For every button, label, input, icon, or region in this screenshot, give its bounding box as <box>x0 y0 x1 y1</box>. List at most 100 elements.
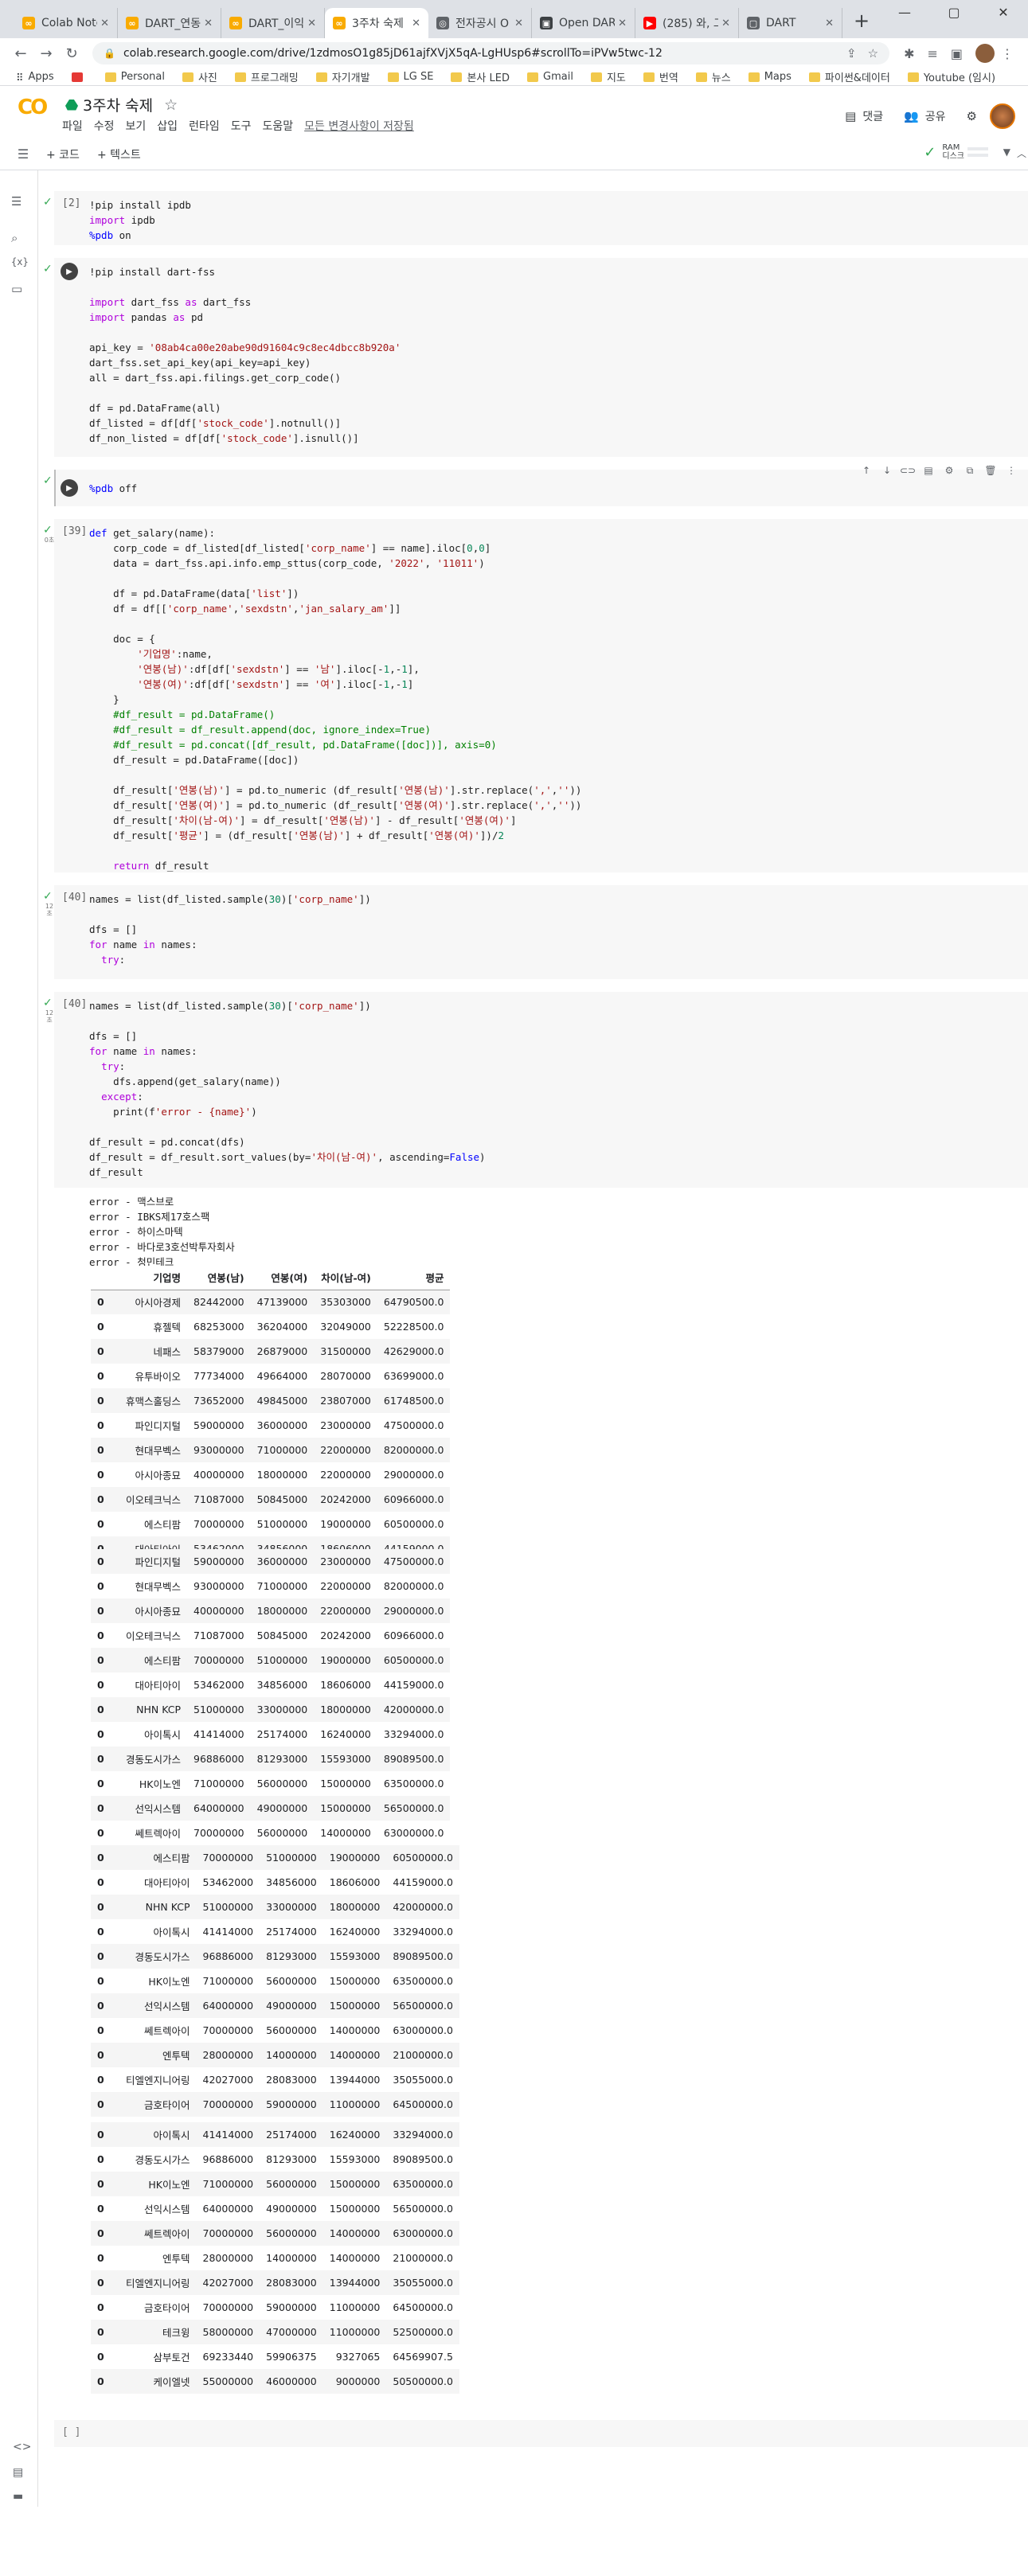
add-code-button[interactable]: + 코드 <box>46 146 80 162</box>
close-window-icon[interactable]: ✕ <box>979 0 1028 24</box>
forward-icon[interactable]: → <box>33 45 59 62</box>
code-cell-1[interactable]: ✓ [2] !pip install ipdb import ipdb %pdb on <box>38 191 1028 245</box>
collapse-header-icon[interactable]: ︿ <box>1017 146 1026 160</box>
profile-avatar[interactable] <box>975 44 995 63</box>
bookmark-item[interactable]: 파이썬&데이터 <box>808 69 890 84</box>
browser-tab[interactable]: ◎ 전자공시 O ✕ <box>428 8 532 38</box>
browser-tab[interactable]: ▶ (285) 와, 그 ✕ <box>635 8 739 38</box>
cell-code[interactable]: !pip install ipdb import ipdb %pdb on <box>89 197 191 243</box>
delete-cell-icon[interactable]: 🗑 <box>980 465 1001 477</box>
menu-insert[interactable]: 삽입 <box>157 118 178 134</box>
share-button[interactable]: 👥 공유 <box>904 108 945 124</box>
empty-code-cell[interactable]: [ ] <box>38 2420 1028 2447</box>
ram-disk-indicator[interactable]: ✓ RAM 디스크 <box>924 143 988 161</box>
browser-tab[interactable]: ▢ DART ✕ <box>739 8 842 38</box>
bookmark-item[interactable]: 지도 <box>590 69 626 84</box>
bookmark-item[interactable]: 본사 LED <box>451 69 510 84</box>
tab-close-icon[interactable]: ✕ <box>721 18 730 29</box>
cell-code[interactable]: %pdb off <box>89 481 137 496</box>
run-cell-button[interactable]: ▶ <box>61 479 78 497</box>
chrome-menu-icon[interactable]: ⋮ <box>1001 46 1014 61</box>
share-page-icon[interactable]: ⇪ <box>846 46 857 60</box>
reading-list-icon[interactable]: ≡ <box>927 46 937 61</box>
cell-code[interactable]: def get_salary(name): corp_code = df_lis… <box>89 525 581 873</box>
reload-icon[interactable]: ↻ <box>59 45 84 62</box>
menu-help[interactable]: 도움말 <box>262 118 293 134</box>
tab-close-icon[interactable]: ✕ <box>204 18 213 29</box>
bookmark-item[interactable]: Maps <box>748 71 792 83</box>
tab-close-icon[interactable]: ✕ <box>618 18 627 29</box>
toc-icon[interactable]: ☰ <box>11 194 21 209</box>
bookmark-item[interactable]: 프로그래밍 <box>234 69 299 84</box>
tab-close-icon[interactable]: ✕ <box>514 18 523 29</box>
tab-close-icon[interactable]: ✕ <box>307 18 316 29</box>
code-cell-6[interactable]: ✓ 12초 [40] names = list(df_listed.sample(3… <box>38 992 1028 2576</box>
cell-code[interactable]: names = list(df_listed.sample(30)['corp_… <box>89 998 486 1180</box>
bookmark-item[interactable]: Gmail <box>527 71 573 83</box>
bookmark-item[interactable]: LG SE <box>387 71 433 83</box>
bookmark-item[interactable]: 사진 <box>182 69 217 84</box>
code-snippets-icon[interactable]: <> <box>13 2441 31 2453</box>
browser-tab[interactable]: ∞ DART_연동 ✕ <box>118 8 221 38</box>
menu-icon[interactable]: ☰ <box>0 146 46 162</box>
runtime-dropdown-icon[interactable]: ▼ <box>1003 146 1010 158</box>
comment-button[interactable]: ▤ 댓글 <box>845 108 883 124</box>
comment-cell-icon[interactable]: ▤ <box>918 465 939 477</box>
table-cell: 70000000 <box>196 2092 260 2117</box>
extensions-icon[interactable]: ✱ <box>904 46 914 61</box>
code-cell-3[interactable]: ✓ ▶ %pdb off ↑ ↓ ⊂⊃ ▤ ⚙ ⧉ 🗑 ⋮ <box>38 465 1028 506</box>
menu-tools[interactable]: 도구 <box>231 118 252 134</box>
code-cell-5[interactable]: ✓ 12초 [40] names = list(df_listed.sample(3… <box>38 885 1028 979</box>
terminal-icon[interactable]: ▬ <box>13 2490 23 2503</box>
maximize-icon[interactable]: ▢ <box>929 0 979 24</box>
browser-tab[interactable]: ∞ 3주차 숙제 ✕ <box>325 8 428 38</box>
back-icon[interactable]: ← <box>8 45 33 62</box>
bookmark-item[interactable] <box>71 72 88 82</box>
account-avatar[interactable] <box>990 103 1015 129</box>
bookmark-item[interactable]: 자기개발 <box>315 69 370 84</box>
sidebar-toggle-icon[interactable]: ▣ <box>951 46 963 61</box>
browser-tab[interactable]: ▣Open DART✕ <box>532 8 635 38</box>
move-up-icon[interactable]: ↑ <box>856 465 877 477</box>
tab-close-icon[interactable]: ✕ <box>412 18 420 29</box>
mirror-cell-icon[interactable]: ⧉ <box>960 465 980 477</box>
bookmark-star-icon[interactable]: ☆ <box>868 46 878 60</box>
browser-tab[interactable]: ∞ DART_이익 ✕ <box>221 8 325 38</box>
url-bar[interactable]: 🔒 colab.research.google.com/drive/1zdmos… <box>92 42 890 64</box>
cell-code[interactable]: !pip install dart-fss import dart_fss as… <box>89 264 401 446</box>
table-cell: 89089500.0 <box>386 1944 459 1969</box>
notebook-title[interactable]: 3주차 숙제 ☆ <box>65 94 178 115</box>
tab-close-icon[interactable]: ✕ <box>100 18 109 29</box>
settings-button[interactable]: ⚙ <box>967 109 977 123</box>
menu-view[interactable]: 보기 <box>126 118 147 134</box>
tab-close-icon[interactable]: ✕ <box>825 18 834 29</box>
bookmark-item[interactable]: 번역 <box>643 69 678 84</box>
menu-runtime[interactable]: 런타임 <box>189 118 220 134</box>
cell-more-icon[interactable]: ⋮ <box>1001 465 1022 477</box>
search-icon[interactable]: ⌕ <box>11 231 18 245</box>
link-icon[interactable]: ⊂⊃ <box>897 465 918 477</box>
move-down-icon[interactable]: ↓ <box>877 465 897 477</box>
code-cell-4[interactable]: ✓ 0초 [39] def get_salary(name): corp_code … <box>38 519 1028 872</box>
cell-settings-icon[interactable]: ⚙ <box>939 465 960 477</box>
bookmark-item[interactable]: Personal <box>104 71 165 83</box>
variables-icon[interactable]: {x} <box>11 256 29 267</box>
add-text-button[interactable]: + 텍스트 <box>97 146 141 162</box>
table-cell: 경동도시가스 <box>119 1747 188 1771</box>
files-icon[interactable]: ▭ <box>11 282 22 296</box>
menu-edit[interactable]: 수정 <box>94 118 115 134</box>
star-icon[interactable]: ☆ <box>164 96 178 114</box>
browser-tab[interactable]: ∞Colab Noteb✕ <box>14 8 118 38</box>
cell-code[interactable]: names = list(df_listed.sample(30)['corp_… <box>89 892 371 967</box>
minimize-icon[interactable]: — <box>880 0 929 24</box>
run-cell-button[interactable]: ▶ <box>61 263 78 280</box>
menu-file[interactable]: 파일 <box>62 118 83 134</box>
new-tab-icon[interactable]: + <box>854 10 870 32</box>
code-cell-2[interactable]: ✓ ▶ !pip install dart-fss import dart_fs… <box>38 258 1028 457</box>
bookmark-item[interactable]: 뉴스 <box>695 69 731 84</box>
saved-status[interactable]: 모든 변경사항이 저장됨 <box>304 118 414 134</box>
bookmark-item[interactable]: ⠿ Apps <box>16 71 54 84</box>
colab-logo[interactable]: CO <box>18 96 48 119</box>
bookmark-item[interactable]: Youtube (임시) <box>907 69 995 84</box>
command-palette-icon[interactable]: ▤ <box>13 2466 23 2479</box>
